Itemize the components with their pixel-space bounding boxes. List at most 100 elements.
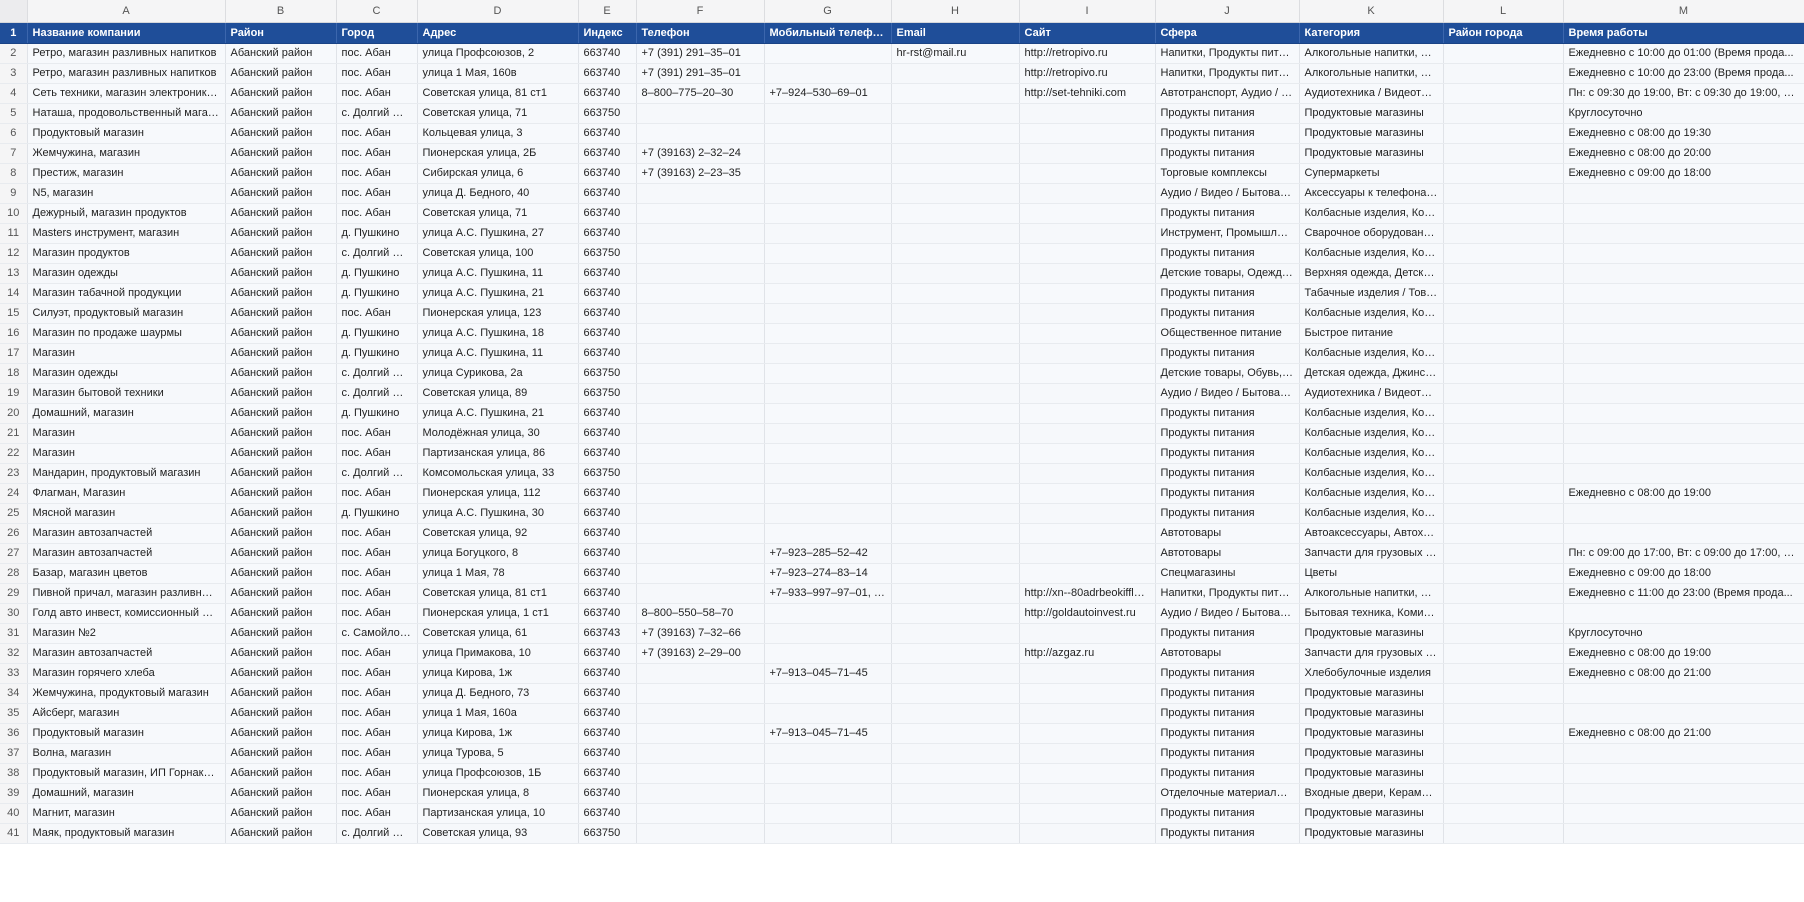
table-cell[interactable] [764, 363, 892, 384]
table-cell[interactable]: Абанский район [225, 563, 337, 584]
table-cell[interactable]: Продукты питания [1155, 423, 1300, 444]
table-cell[interactable]: Абанский район [225, 43, 337, 64]
header-cell[interactable]: Телефон [636, 22, 765, 44]
header-cell[interactable]: Район города [1443, 22, 1564, 44]
table-cell[interactable]: улица Кирова, 1ж [417, 663, 579, 684]
table-cell[interactable]: Партизанская улица, 86 [417, 443, 579, 464]
table-cell[interactable]: Абанский район [225, 83, 337, 104]
table-cell[interactable]: Колбасные изделия, Конд... [1299, 303, 1444, 324]
table-cell[interactable]: улица А.С. Пушкина, 30 [417, 503, 579, 524]
table-cell[interactable]: Абанский район [225, 783, 337, 804]
table-cell[interactable]: Ежедневно с 09:00 до 18:00 [1563, 563, 1804, 584]
table-cell[interactable]: Силуэт, продуктовый магазин [27, 303, 226, 324]
table-cell[interactable] [891, 103, 1020, 124]
table-cell[interactable]: 663740 [578, 743, 637, 764]
table-cell[interactable]: Абанский район [225, 323, 337, 344]
row-number[interactable]: 24 [0, 483, 28, 504]
table-cell[interactable] [891, 383, 1020, 404]
table-cell[interactable]: Абанский район [225, 243, 337, 264]
table-cell[interactable]: Продукты питания [1155, 623, 1300, 644]
table-cell[interactable]: 663740 [578, 203, 637, 224]
table-cell[interactable]: Магазин бытовой техники [27, 383, 226, 404]
table-cell[interactable]: Ретро, магазин разливных напитков [27, 43, 226, 64]
table-cell[interactable]: Колбасные изделия, Конд... [1299, 503, 1444, 524]
table-cell[interactable]: Абанский район [225, 203, 337, 224]
table-cell[interactable]: пос. Абан [336, 683, 418, 704]
table-cell[interactable]: Продукты питания [1155, 123, 1300, 144]
table-cell[interactable]: Магазин №2 [27, 623, 226, 644]
table-cell[interactable] [891, 283, 1020, 304]
table-cell[interactable]: Верхняя одежда, Детская ... [1299, 263, 1444, 284]
table-cell[interactable]: Абанский район [225, 423, 337, 444]
table-cell[interactable]: 663740 [578, 283, 637, 304]
table-cell[interactable] [1443, 783, 1564, 804]
row-number[interactable]: 17 [0, 343, 28, 364]
table-cell[interactable]: с. Долгий Мост [336, 103, 418, 124]
table-cell[interactable]: Советская улица, 71 [417, 103, 579, 124]
table-cell[interactable]: Магазин одежды [27, 363, 226, 384]
table-cell[interactable]: +7 (391) 291–35–01 [636, 63, 765, 84]
table-cell[interactable] [891, 223, 1020, 244]
table-cell[interactable] [1019, 783, 1156, 804]
row-number[interactable]: 2 [0, 43, 28, 64]
table-cell[interactable] [1019, 663, 1156, 684]
table-cell[interactable]: Ежедневно с 08:00 до 19:00 [1563, 483, 1804, 504]
table-cell[interactable]: Абанский район [225, 443, 337, 464]
table-cell[interactable]: 663740 [578, 443, 637, 464]
column-letter-m[interactable]: M [1563, 0, 1804, 23]
table-cell[interactable] [1443, 183, 1564, 204]
table-cell[interactable] [1019, 823, 1156, 844]
table-cell[interactable]: д. Пушкино [336, 283, 418, 304]
table-cell[interactable]: улица Турова, 5 [417, 743, 579, 764]
table-cell[interactable] [636, 803, 765, 824]
table-cell[interactable]: Ежедневно с 08:00 до 19:30 [1563, 123, 1804, 144]
table-cell[interactable] [891, 683, 1020, 704]
table-cell[interactable] [764, 683, 892, 704]
table-cell[interactable] [1563, 203, 1804, 224]
table-cell[interactable]: Мясной магазин [27, 503, 226, 524]
column-letter-c[interactable]: C [336, 0, 418, 23]
table-cell[interactable] [1563, 803, 1804, 824]
table-cell[interactable]: улица Богуцкого, 8 [417, 543, 579, 564]
table-cell[interactable]: Хлебобулочные изделия [1299, 663, 1444, 684]
table-cell[interactable]: Абанский район [225, 143, 337, 164]
table-cell[interactable]: Магнит, магазин [27, 803, 226, 824]
table-cell[interactable] [764, 483, 892, 504]
table-cell[interactable] [1563, 463, 1804, 484]
table-cell[interactable]: с. Самойловка [336, 623, 418, 644]
table-cell[interactable]: Абанский район [225, 743, 337, 764]
table-cell[interactable] [1443, 103, 1564, 124]
row-number[interactable]: 1 [0, 22, 28, 44]
table-cell[interactable]: Престиж, магазин [27, 163, 226, 184]
table-cell[interactable]: Ретро, магазин разливных напитков [27, 63, 226, 84]
table-cell[interactable] [891, 143, 1020, 164]
table-cell[interactable]: Жемчужина, магазин [27, 143, 226, 164]
row-number[interactable]: 27 [0, 543, 28, 564]
table-cell[interactable]: Ежедневно с 08:00 до 21:00 [1563, 663, 1804, 684]
table-cell[interactable] [764, 223, 892, 244]
table-cell[interactable]: Магазин [27, 343, 226, 364]
table-cell[interactable]: Детская одежда, Джинсов... [1299, 363, 1444, 384]
table-cell[interactable] [891, 123, 1020, 144]
table-cell[interactable]: Колбасные изделия, Конд... [1299, 463, 1444, 484]
table-cell[interactable] [891, 703, 1020, 724]
table-cell[interactable]: Продукты питания [1155, 403, 1300, 424]
row-number[interactable]: 5 [0, 103, 28, 124]
table-cell[interactable]: Автотовары [1155, 543, 1300, 564]
table-cell[interactable]: Продукты питания [1155, 503, 1300, 524]
table-cell[interactable]: Продукты питания [1155, 483, 1300, 504]
table-cell[interactable] [636, 703, 765, 724]
table-cell[interactable] [1019, 423, 1156, 444]
table-cell[interactable]: Магазин табачной продукции [27, 283, 226, 304]
table-cell[interactable]: пос. Абан [336, 203, 418, 224]
table-cell[interactable] [764, 703, 892, 724]
table-cell[interactable] [1019, 723, 1156, 744]
table-cell[interactable] [1443, 203, 1564, 224]
table-cell[interactable]: Абанский район [225, 403, 337, 424]
column-letter-d[interactable]: D [417, 0, 579, 23]
table-cell[interactable]: Продуктовые магазины [1299, 743, 1444, 764]
table-cell[interactable]: пос. Абан [336, 303, 418, 324]
table-cell[interactable]: 663740 [578, 323, 637, 344]
table-cell[interactable]: Автотранспорт, Аудио / В... [1155, 83, 1300, 104]
table-cell[interactable]: 663740 [578, 803, 637, 824]
